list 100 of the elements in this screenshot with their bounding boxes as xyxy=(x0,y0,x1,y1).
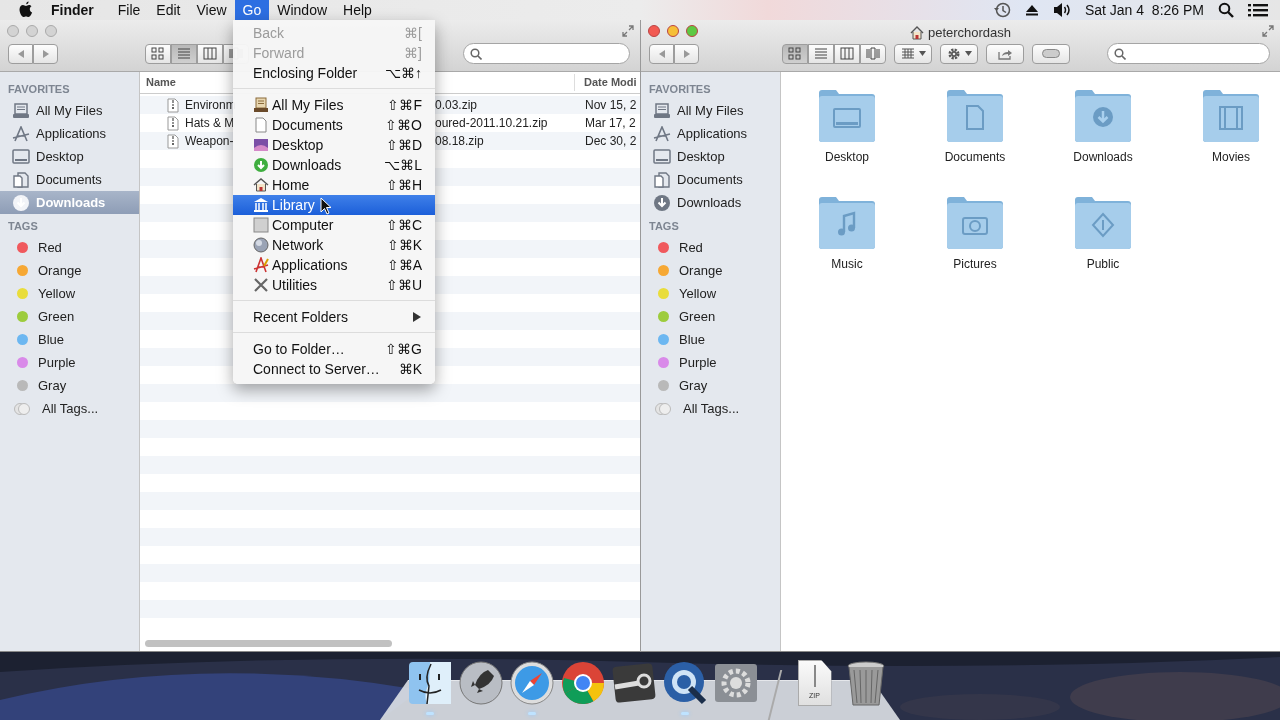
sidebar-item[interactable]: Red xyxy=(0,236,139,259)
menu-item[interactable]: Library xyxy=(233,195,435,215)
folder-icon[interactable] xyxy=(1200,87,1262,143)
view-button[interactable] xyxy=(197,43,223,64)
search-field[interactable] xyxy=(463,43,630,64)
sidebar-item[interactable]: Desktop xyxy=(0,145,139,168)
folder-icon[interactable] xyxy=(816,194,878,250)
sidebar-item[interactable]: Applications xyxy=(0,122,139,145)
folder-label[interactable]: Downloads xyxy=(1073,148,1133,166)
folder-label[interactable]: Music xyxy=(831,255,863,273)
sidebar-item[interactable]: Green xyxy=(641,305,780,328)
menu-item[interactable]: Utilities ⇧⌘U xyxy=(233,275,435,295)
zoom-button[interactable] xyxy=(686,25,698,37)
menu-item[interactable]: Home ⇧⌘H xyxy=(233,175,435,195)
sidebar-item[interactable]: Orange xyxy=(641,259,780,282)
tricolor-circle-icon[interactable] xyxy=(559,660,606,706)
menu-item[interactable]: Enclosing Folder ⌥⌘↑ xyxy=(233,63,435,83)
file-name[interactable]: oured-2011.10.21.zip xyxy=(435,114,585,132)
sidebar-item[interactable]: Desktop xyxy=(641,145,780,168)
volume-icon[interactable] xyxy=(1052,2,1071,18)
share-button[interactable] xyxy=(986,43,1024,64)
file-name[interactable]: 08.18.zip xyxy=(435,132,585,150)
tag-button[interactable] xyxy=(1032,43,1070,64)
menu-bar-item[interactable]: Edit xyxy=(148,0,189,20)
menu-item[interactable]: Applications ⇧⌘A xyxy=(233,255,435,275)
sidebar-item[interactable]: Blue xyxy=(0,328,139,351)
sidebar-item[interactable]: Blue xyxy=(641,328,780,351)
column-header[interactable]: Date Modi xyxy=(575,74,637,91)
sidebar-item[interactable]: Downloads xyxy=(641,191,780,214)
view-button[interactable] xyxy=(860,43,886,64)
search-field[interactable] xyxy=(1107,43,1270,64)
eject-icon[interactable] xyxy=(1024,3,1039,17)
menu-bar-item[interactable]: Help xyxy=(335,0,380,20)
close-button[interactable] xyxy=(648,25,660,37)
menu-item[interactable]: Network ⇧⌘K xyxy=(233,235,435,255)
menu-item[interactable]: Downloads ⌥⌘L xyxy=(233,155,435,175)
smiling-face-icon[interactable] xyxy=(406,660,453,706)
view-button[interactable] xyxy=(782,43,808,64)
sidebar-item[interactable]: Documents xyxy=(641,168,780,191)
folder-label[interactable]: Public xyxy=(1086,255,1120,273)
sidebar-item[interactable]: Orange xyxy=(0,259,139,282)
sidebar-item[interactable]: Documents xyxy=(0,168,139,191)
forward-button[interactable] xyxy=(674,43,699,64)
menu-item[interactable]: Documents ⇧⌘O xyxy=(233,115,435,135)
arrange-button[interactable] xyxy=(894,43,932,64)
menu-bar-item[interactable]: File xyxy=(109,0,149,20)
menu-clock[interactable]: Sat Jan 4 8:26 PM xyxy=(1084,0,1204,21)
file-name[interactable]: Environm xyxy=(185,96,236,114)
menu-bar-item[interactable]: Window xyxy=(269,0,336,20)
list-icon[interactable] xyxy=(1248,2,1268,18)
sidebar-item[interactable]: Purple xyxy=(641,351,780,374)
compass-icon[interactable] xyxy=(508,660,555,706)
view-button[interactable] xyxy=(171,43,197,64)
sidebar-item[interactable]: All My Files xyxy=(0,99,139,122)
folder-icon[interactable] xyxy=(816,87,878,143)
menu-item[interactable]: Go to Folder… ⇧⌘G xyxy=(233,339,435,359)
folder-icon[interactable] xyxy=(944,87,1006,143)
folder-label[interactable]: Documents xyxy=(944,148,1006,166)
folder-icon[interactable] xyxy=(1072,87,1134,143)
menu-item[interactable]: Recent Folders xyxy=(233,307,435,327)
menu-bar-item[interactable]: Finder xyxy=(43,0,102,20)
menu-item[interactable]: Desktop ⇧⌘D xyxy=(233,135,435,155)
piston-icon[interactable] xyxy=(610,660,657,706)
sidebar-item[interactable]: Yellow xyxy=(641,282,780,305)
folder-label[interactable]: Desktop xyxy=(825,148,869,166)
sidebar-item[interactable]: Green xyxy=(0,305,139,328)
view-button[interactable] xyxy=(834,43,860,64)
folder-label[interactable]: Movies xyxy=(1212,148,1250,166)
view-button[interactable] xyxy=(808,43,834,64)
apple-icon[interactable] xyxy=(18,1,34,19)
clock-icon[interactable] xyxy=(992,1,1011,19)
folder-label[interactable]: Pictures xyxy=(953,255,997,273)
menu-item[interactable]: Computer ⇧⌘C xyxy=(233,215,435,235)
file-name[interactable]: Weapon- xyxy=(185,132,234,150)
minimize-button[interactable] xyxy=(667,25,679,37)
file-name[interactable]: Hats & M xyxy=(185,114,235,132)
sidebar-item[interactable]: Red xyxy=(641,236,780,259)
back-button[interactable] xyxy=(649,43,674,64)
view-button[interactable] xyxy=(145,43,171,64)
sidebar-item[interactable]: Gray xyxy=(0,374,139,397)
rocket-icon[interactable] xyxy=(457,660,504,706)
letter-q-icon[interactable] xyxy=(661,660,708,706)
sidebar-item[interactable]: Yellow xyxy=(0,282,139,305)
back-button[interactable] xyxy=(8,43,33,64)
sidebar-item[interactable]: Purple xyxy=(0,351,139,374)
scrollbar[interactable] xyxy=(145,640,392,647)
menu-item[interactable]: All My Files ⇧⌘F xyxy=(233,95,435,115)
sidebar-item[interactable]: All Tags... xyxy=(0,397,139,420)
folder-icon[interactable] xyxy=(944,194,1006,250)
file-name[interactable]: 0.03.zip xyxy=(435,96,585,114)
forward-button[interactable] xyxy=(33,43,58,64)
action-button[interactable] xyxy=(940,43,978,64)
sidebar-item[interactable]: Applications xyxy=(641,122,780,145)
menu-item[interactable]: Connect to Server… ⌘K xyxy=(233,359,435,379)
menu-bar-item[interactable]: Go xyxy=(234,0,270,20)
menu-bar-item[interactable]: View xyxy=(188,0,235,20)
sidebar-item[interactable]: All My Files xyxy=(641,99,780,122)
fullscreen-icon[interactable] xyxy=(1262,25,1274,37)
fullscreen-icon[interactable] xyxy=(622,25,634,37)
folder-icon[interactable] xyxy=(1072,194,1134,250)
